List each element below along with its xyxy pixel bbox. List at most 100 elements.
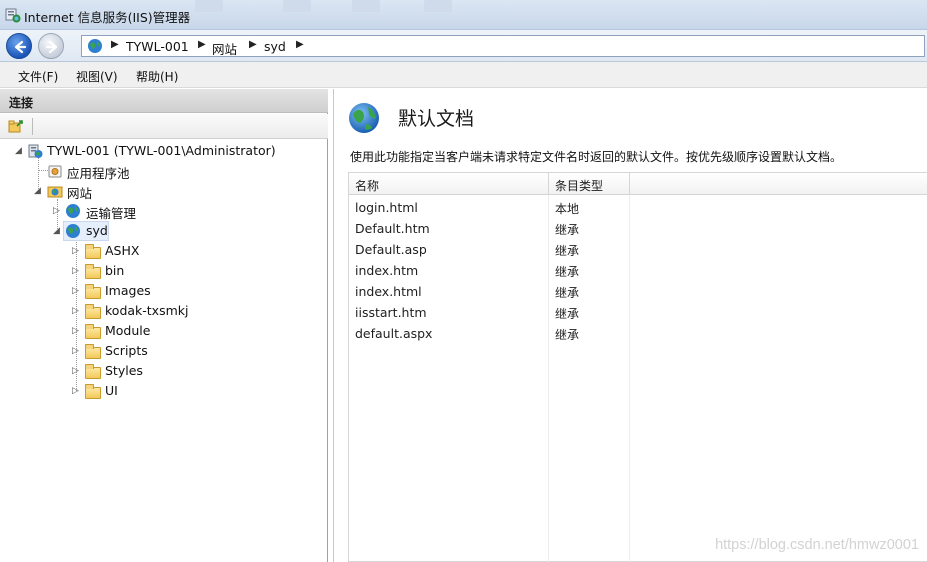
collapse-icon[interactable]: ◢ bbox=[34, 186, 41, 196]
expand-icon[interactable]: ▷ bbox=[72, 346, 79, 356]
tree-node-folder[interactable]: ▷ Module bbox=[0, 321, 328, 341]
folder-icon bbox=[85, 344, 101, 359]
menu-help[interactable]: 帮助(H) bbox=[136, 68, 178, 85]
breadcrumb-separator-icon[interactable]: ▶ bbox=[249, 39, 257, 50]
expand-icon[interactable]: ▷ bbox=[72, 286, 79, 296]
default-document-globe-icon bbox=[349, 103, 379, 133]
connections-toolbar bbox=[0, 114, 328, 139]
tree-node-folder[interactable]: ▷ Scripts bbox=[0, 341, 328, 361]
connect-icon[interactable] bbox=[8, 118, 24, 137]
menu-file[interactable]: 文件(F) bbox=[18, 68, 58, 85]
tree-node-folder[interactable]: ▷ Images bbox=[0, 281, 328, 301]
connections-header: 连接 bbox=[0, 89, 328, 113]
breadcrumb-separator-icon: ▶ bbox=[111, 39, 119, 50]
collapse-icon[interactable]: ◢ bbox=[15, 146, 22, 156]
forward-button[interactable] bbox=[38, 33, 64, 59]
server-icon bbox=[28, 144, 43, 158]
entry-type: 本地 bbox=[555, 202, 580, 216]
entry-type: 继承 bbox=[555, 307, 580, 321]
site-globe-icon bbox=[66, 224, 80, 238]
titlebar-ghost bbox=[424, 0, 452, 12]
entry-type: 继承 bbox=[555, 223, 580, 237]
menu-view[interactable]: 视图(V) bbox=[76, 68, 118, 85]
collapse-icon[interactable]: ◢ bbox=[53, 226, 60, 236]
document-name: index.html bbox=[355, 284, 422, 299]
breadcrumb-server[interactable]: TYWL-001 bbox=[126, 39, 189, 54]
expand-icon[interactable]: ▷ bbox=[72, 306, 79, 316]
breadcrumb-separator-icon[interactable]: ▶ bbox=[198, 39, 206, 50]
expand-icon[interactable]: ▷ bbox=[53, 206, 60, 216]
connections-title: 连接 bbox=[9, 96, 34, 110]
tree-label-folder: Module bbox=[105, 323, 151, 338]
connections-pane: 连接 ◢ TYWL-001 (TYWL-001\Administrator) 应… bbox=[0, 89, 328, 562]
expand-icon[interactable]: ▷ bbox=[72, 266, 79, 276]
list-item[interactable]: iisstart.htm 继承 bbox=[349, 302, 927, 323]
page-title: 默认文档 bbox=[398, 108, 475, 130]
tree-node-folder[interactable]: ▷ Styles bbox=[0, 361, 328, 381]
tree-node-site-selected[interactable]: ◢ syd bbox=[0, 221, 328, 241]
entry-type: 继承 bbox=[555, 286, 580, 300]
expand-icon[interactable]: ▷ bbox=[72, 326, 79, 336]
document-name: default.aspx bbox=[355, 326, 433, 341]
titlebar-ghost bbox=[283, 0, 311, 12]
expand-icon[interactable]: ▷ bbox=[72, 386, 79, 396]
document-name: login.html bbox=[355, 200, 418, 215]
tree-node-sites[interactable]: ◢ 网站 bbox=[0, 181, 328, 201]
document-name: Default.htm bbox=[355, 221, 430, 236]
globe-icon bbox=[88, 39, 102, 53]
folder-icon bbox=[85, 304, 101, 319]
tree-label-app-pools: 应用程序池 bbox=[67, 166, 130, 181]
back-arrow-icon bbox=[14, 40, 27, 54]
column-header-label: 条目类型 bbox=[555, 179, 604, 193]
breadcrumb-separator-icon[interactable]: ▶ bbox=[296, 39, 304, 50]
iis-app-icon bbox=[5, 7, 21, 23]
page-description: 使用此功能指定当客户端未请求特定文件名时返回的默认文件。按优先级顺序设置默认文档… bbox=[350, 150, 843, 164]
list-item[interactable]: index.htm 继承 bbox=[349, 260, 927, 281]
entry-type: 继承 bbox=[555, 328, 580, 342]
tree-node-app-pools[interactable]: 应用程序池 bbox=[0, 161, 328, 181]
tree-node-folder[interactable]: ▷ kodak-txsmkj bbox=[0, 301, 328, 321]
toolbar-divider bbox=[32, 118, 33, 135]
document-name: iisstart.htm bbox=[355, 305, 427, 320]
folder-icon bbox=[85, 324, 101, 339]
address-field[interactable]: ▶ TYWL-001 ▶ 网站 ▶ syd ▶ bbox=[81, 35, 925, 57]
tree-label-folder: UI bbox=[105, 383, 118, 398]
sites-folder-icon bbox=[47, 186, 63, 198]
list-item[interactable]: Default.htm 继承 bbox=[349, 218, 927, 239]
entry-type: 继承 bbox=[555, 265, 580, 279]
column-header-label: 名称 bbox=[355, 179, 380, 193]
titlebar-ghost bbox=[352, 0, 380, 12]
document-name: Default.asp bbox=[355, 242, 427, 257]
tree-node-folder[interactable]: ▷ ASHX bbox=[0, 241, 328, 261]
feature-pane: 默认文档 使用此功能指定当客户端未请求特定文件名时返回的默认文件。按优先级顺序设… bbox=[333, 89, 927, 562]
list-item[interactable]: default.aspx 继承 bbox=[349, 323, 927, 344]
connections-tree: ◢ TYWL-001 (TYWL-001\Administrator) 应用程序… bbox=[0, 141, 328, 561]
tree-label-site-selected: syd bbox=[86, 223, 108, 238]
tree-label-folder: bin bbox=[105, 263, 125, 278]
back-button[interactable] bbox=[6, 33, 32, 59]
tree-label-server: TYWL-001 (TYWL-001\Administrator) bbox=[47, 143, 276, 158]
tree-label-folder: kodak-txsmkj bbox=[105, 303, 189, 318]
entry-type: 继承 bbox=[555, 244, 580, 258]
tree-label-folder: Scripts bbox=[105, 343, 148, 358]
tree-node-folder[interactable]: ▷ bin bbox=[0, 261, 328, 281]
breadcrumb-sites[interactable]: 网站 bbox=[212, 39, 237, 58]
default-documents-list: 名称 条目类型 login.html 本地 Default.htm 继承 Def… bbox=[348, 172, 927, 562]
app-pool-icon bbox=[48, 165, 62, 178]
folder-icon bbox=[85, 244, 101, 259]
tree-node-site-transport[interactable]: ▷ 运输管理 bbox=[0, 201, 328, 221]
list-item[interactable]: Default.asp 继承 bbox=[349, 239, 927, 260]
expand-icon[interactable]: ▷ bbox=[72, 246, 79, 256]
column-header-type[interactable]: 条目类型 bbox=[549, 173, 630, 195]
list-item[interactable]: login.html 本地 bbox=[349, 197, 927, 218]
tree-label-folder: ASHX bbox=[105, 243, 140, 258]
list-header: 名称 条目类型 bbox=[349, 173, 927, 195]
expand-icon[interactable]: ▷ bbox=[72, 366, 79, 376]
breadcrumb-site[interactable]: syd bbox=[264, 39, 286, 54]
column-header-name[interactable]: 名称 bbox=[349, 173, 549, 195]
tree-node-folder[interactable]: ▷ UI bbox=[0, 381, 328, 401]
window-title: Internet 信息服务(IIS)管理器 bbox=[24, 10, 191, 25]
tree-node-server[interactable]: ◢ TYWL-001 (TYWL-001\Administrator) bbox=[0, 141, 328, 161]
folder-icon bbox=[85, 264, 101, 279]
list-item[interactable]: index.html 继承 bbox=[349, 281, 927, 302]
